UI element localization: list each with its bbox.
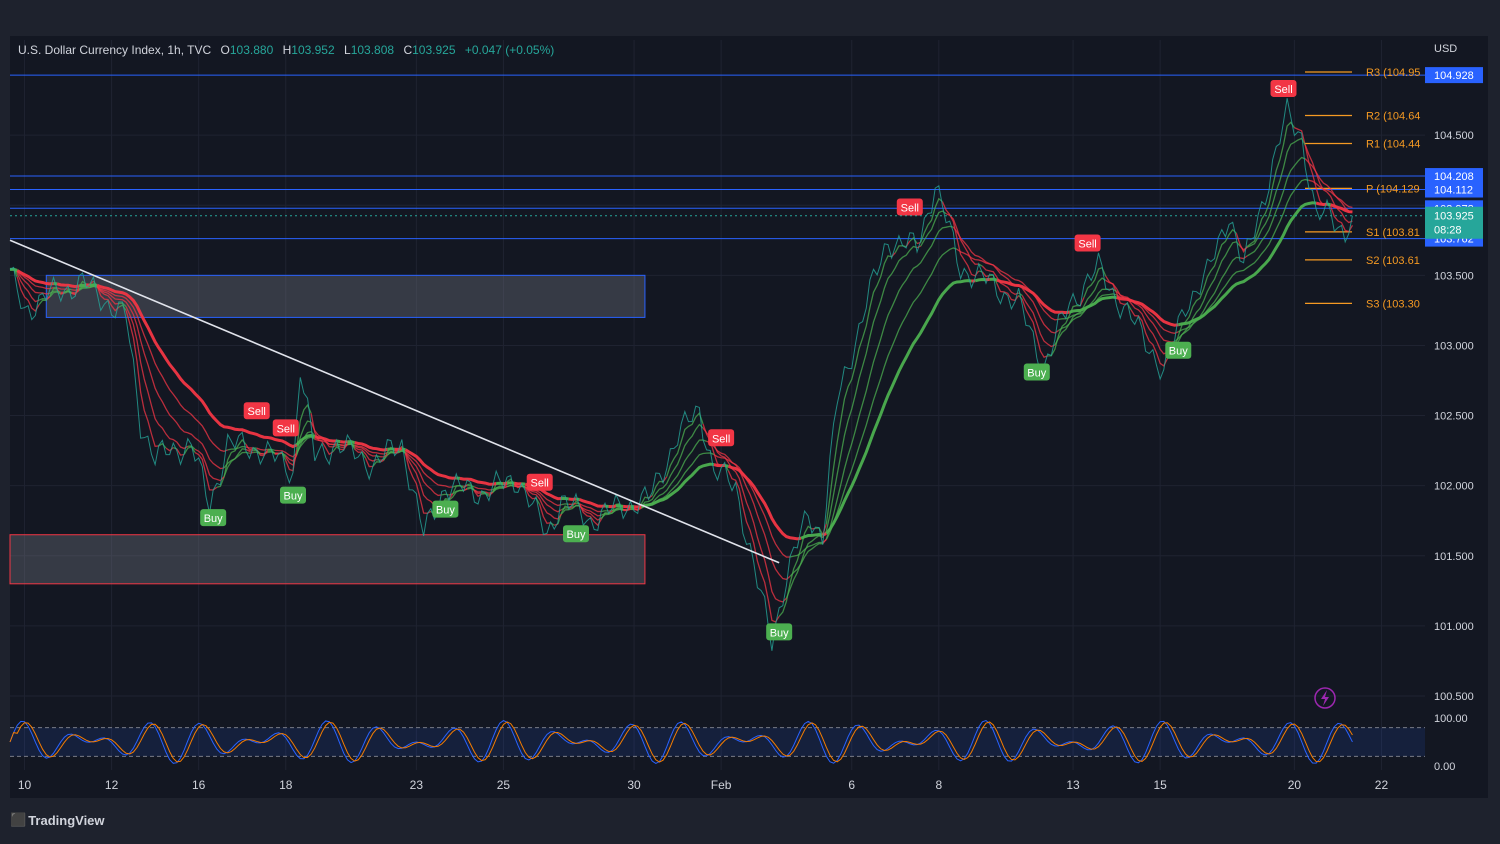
time-axis-label: 8 [935, 778, 942, 792]
change-value: +0.047 (+0.05%) [464, 43, 555, 57]
ma-ribbon-line [561, 496, 569, 501]
chart-canvas[interactable]: R3 (104.95 R2 (104.64 R1 (104.44 P (104.129… [0, 0, 1500, 844]
sell-signal-label: Sell [531, 478, 549, 490]
buy-signal-label: Buy [567, 529, 586, 541]
sell-signal-label: Sell [1274, 84, 1292, 96]
symbol-title[interactable]: U.S. Dollar Currency Index, 1h, TVC [18, 43, 211, 57]
close-label: C [403, 43, 413, 57]
sell-signal-label: Sell [901, 203, 919, 215]
price-axis-label: 100.500 [1434, 691, 1474, 703]
ma-ribbon-line [989, 277, 998, 282]
price-axis-label: 103.500 [1434, 270, 1474, 282]
buy-signal-label: Buy [770, 627, 789, 639]
open-value: 103.880 [229, 43, 274, 57]
ma-ribbon-line [506, 481, 515, 485]
time-axis-label: 15 [1153, 778, 1167, 792]
chart-pane [10, 36, 1488, 798]
time-axis-label: 22 [1375, 778, 1389, 792]
buy-signal-label: Buy [204, 513, 223, 525]
time-axis-label: Feb [711, 778, 732, 792]
buy-signal-label: Buy [284, 491, 303, 503]
last-price-label: 103.925 [1434, 211, 1474, 223]
low-label: L [344, 43, 351, 57]
ma-ribbon-line [514, 481, 522, 486]
support-zone [9, 534, 646, 585]
sell-signal-label: Sell [248, 406, 266, 418]
buy-signal-label: Buy [436, 505, 455, 517]
pivot-label-S2: S2 (103.61 [1366, 255, 1420, 267]
pivot-label-R3: R3 (104.95 [1366, 67, 1420, 79]
resistance-zone [45, 274, 646, 318]
time-axis-label: 23 [410, 778, 424, 792]
price-axis-label: 103.000 [1434, 340, 1474, 352]
legend-header[interactable]: U.S. Dollar Currency Index, 1h, TVC O103… [18, 43, 554, 57]
sell-signal-label: Sell [277, 423, 295, 435]
ma-ribbon-line [633, 504, 642, 509]
time-axis-label: 13 [1066, 778, 1080, 792]
stoch-band [10, 727, 1425, 757]
low-value: 103.808 [350, 43, 395, 57]
time-axis-label: 25 [497, 778, 511, 792]
ma-ribbon-line [78, 283, 87, 288]
buy-signal-label: Buy [1169, 346, 1188, 358]
price-axis-label: 101.500 [1434, 551, 1474, 563]
time-axis-label: 16 [192, 778, 206, 792]
price-axis-label: 102.500 [1434, 411, 1474, 423]
price-axis-label: 101.000 [1434, 621, 1474, 633]
stoch-axis-label: 100.00 [1434, 713, 1468, 725]
high-value: 103.952 [291, 43, 335, 57]
time-axis-label: 12 [105, 778, 119, 792]
price-tag-label: 104.928 [1434, 70, 1474, 82]
ma-ribbon-line [441, 493, 450, 496]
price-axis-label: 102.000 [1434, 481, 1474, 493]
open-label: O [220, 43, 230, 57]
currency-label: USD [1434, 43, 1458, 55]
sell-signal-label: Sell [1078, 238, 1096, 250]
brand-label: TradingView [28, 812, 105, 828]
pivot-label-S1: S1 (103.81 [1366, 227, 1420, 239]
ma-ribbon-line [394, 447, 403, 451]
tradingview-logo-icon: ⬛ [10, 812, 26, 827]
time-axis-label: 30 [627, 778, 641, 792]
stoch-axis-label: 0.00 [1434, 761, 1455, 773]
pivot-label-R1: R1 (104.44 [1366, 139, 1420, 151]
time-axis-label: 6 [848, 778, 855, 792]
tradingview-brand[interactable]: ⬛ TradingView [10, 812, 105, 828]
close-value: 103.925 [412, 43, 456, 57]
price-tag-label: 104.112 [1434, 185, 1473, 197]
ma-ribbon-line [623, 508, 631, 511]
price-tag-label: 104.208 [1434, 171, 1474, 183]
ma-ribbon-line [615, 504, 624, 508]
pivot-label-S3: S3 (103.30 [1366, 298, 1420, 310]
countdown-label: 08:28 [1434, 225, 1462, 237]
high-label: H [282, 43, 292, 57]
buy-signal-label: Buy [1027, 367, 1046, 379]
pivot-label-P: P (104.129 [1366, 183, 1420, 195]
sell-signal-label: Sell [712, 433, 730, 445]
time-axis-label: 20 [1288, 778, 1302, 792]
time-axis-label: 18 [279, 778, 293, 792]
time-axis-label: 10 [18, 778, 32, 792]
price-axis-label: 104.500 [1434, 130, 1474, 142]
pivot-label-R2: R2 (104.64 [1366, 110, 1420, 122]
